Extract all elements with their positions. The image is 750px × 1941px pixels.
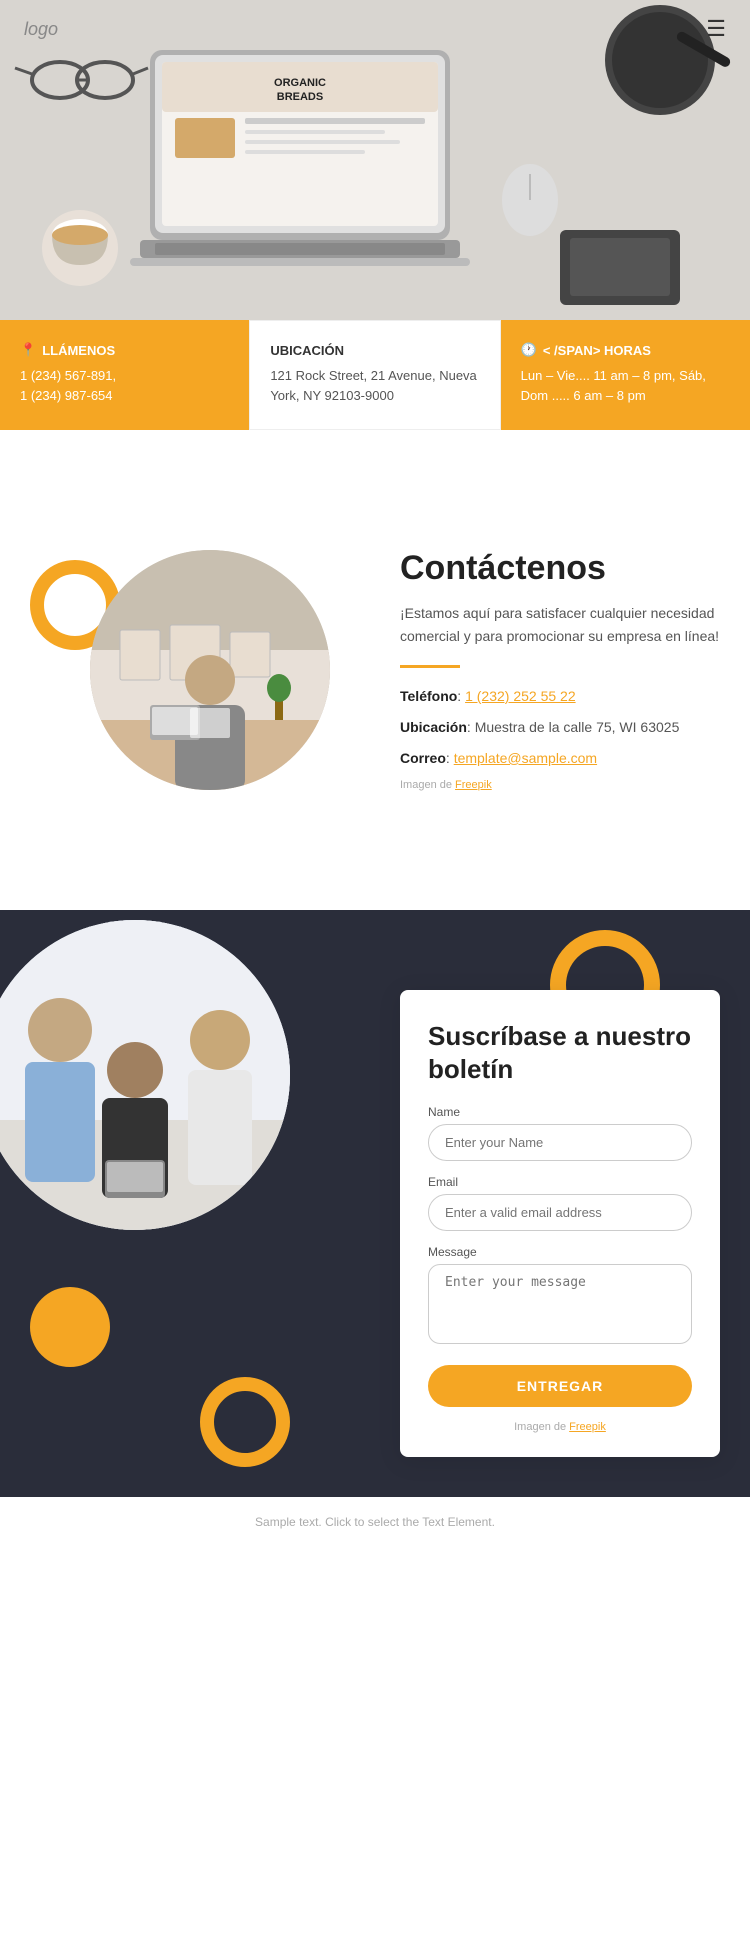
newsletter-form-card: Suscríbase a nuestro boletín Name Email … [400,990,720,1457]
newsletter-section: Suscríbase a nuestro boletín Name Email … [0,910,750,1497]
info-card-hours-title: 🕐 < /SPAN> HORAS [521,342,730,358]
info-card-location: UBICACIÓN 121 Rock Street, 21 Avenue, Nu… [249,320,500,430]
logo: logo [24,19,58,40]
freepik-link[interactable]: Freepik [455,779,492,791]
svg-text:ORGANIC: ORGANIC [274,77,326,89]
contact-left [30,550,350,790]
menu-icon[interactable]: ☰ [706,16,726,42]
nl-content: Suscríbase a nuestro boletín Name Email … [0,970,750,1457]
svg-text:BREADS: BREADS [277,91,323,103]
footer-note: Sample text. Click to select the Text El… [0,1497,750,1547]
info-card-location-text: 121 Rock Street, 21 Avenue, Nueva York, … [270,366,479,405]
message-label: Message [428,1245,692,1259]
message-input[interactable] [428,1264,692,1344]
info-card-hours: 🕐 < /SPAN> HORAS Lun – Vie.... 11 am – 8… [501,320,750,430]
phone-link[interactable]: 1 (232) 252 55 22 [465,688,576,704]
info-card-call: 📍 LLÁMENOS 1 (234) 567-891, 1 (234) 987-… [0,320,249,430]
clock-icon: 🕐 [521,342,537,358]
email-link[interactable]: template@sample.com [454,750,597,766]
phone-icon: 📍 [20,342,36,358]
name-input[interactable] [428,1124,692,1161]
submit-button[interactable]: ENTREGAR [428,1365,692,1407]
info-card-hours-text: Lun – Vie.... 11 am – 8 pm, Sáb, Dom ...… [521,366,730,405]
contact-divider [400,665,460,668]
info-card-location-title: UBICACIÓN [270,343,479,358]
contact-email: Correo: template@sample.com [400,748,720,769]
email-label: Email [428,1175,692,1189]
contact-photo [90,550,330,790]
contact-freepik: Imagen de Freepik [400,779,720,791]
header: logo ☰ [0,0,750,58]
info-cards: 📍 LLÁMENOS 1 (234) 567-891, 1 (234) 987-… [0,320,750,430]
newsletter-title: Suscríbase a nuestro boletín [428,1020,692,1085]
nl-freepik: Imagen de Freepik [428,1421,692,1433]
contact-right: Contáctenos ¡Estamos aquí para satisface… [380,549,720,791]
email-input[interactable] [428,1194,692,1231]
info-card-call-text: 1 (234) 567-891, 1 (234) 987-654 [20,366,229,405]
contact-title: Contáctenos [400,549,720,588]
contact-location: Ubicación: Muestra de la calle 75, WI 63… [400,717,720,738]
contact-section: Contáctenos ¡Estamos aquí para satisface… [0,430,750,910]
contact-description: ¡Estamos aquí para satisfacer cualquier … [400,602,720,647]
name-label: Name [428,1105,692,1119]
nl-freepik-link[interactable]: Freepik [569,1421,606,1433]
info-card-call-title: 📍 LLÁMENOS [20,342,229,358]
contact-phone: Teléfono: 1 (232) 252 55 22 [400,686,720,707]
